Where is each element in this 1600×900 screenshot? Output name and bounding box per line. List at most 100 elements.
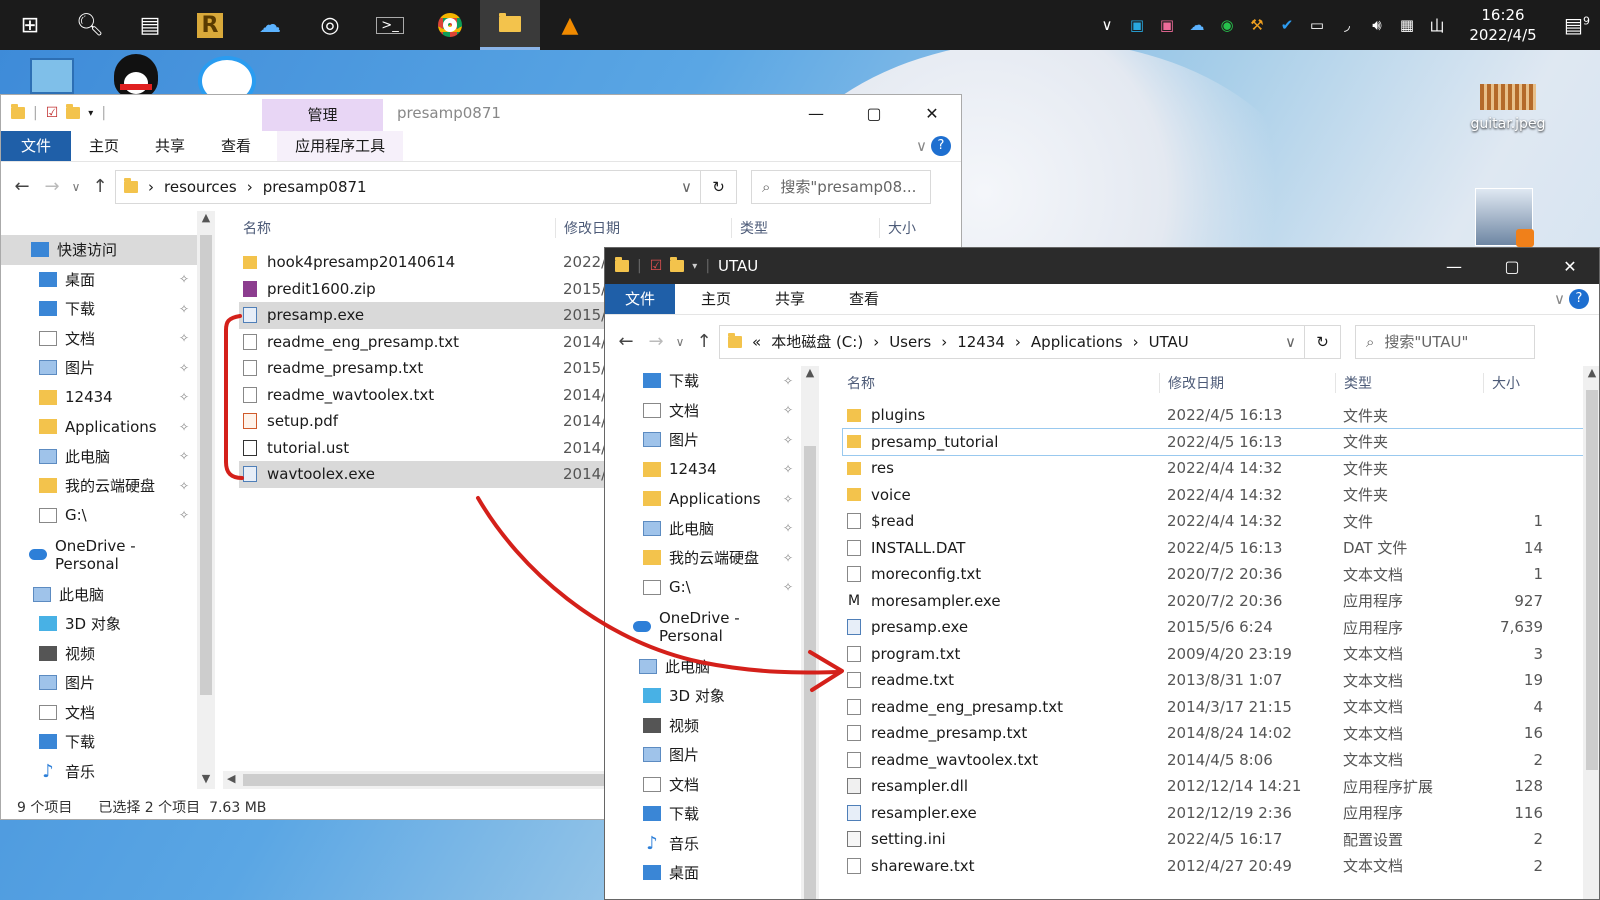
column-date[interactable]: 修改日期: [555, 218, 731, 238]
breadcrumb-12434[interactable]: 12434: [957, 333, 1005, 351]
nav-item[interactable]: 12434 ✧: [633, 455, 801, 485]
customize-qa-icon[interactable]: ▾: [88, 108, 93, 119]
file-row[interactable]: voice 2022/4/4 14:32 文件夹: [843, 482, 1583, 509]
new-folder-icon[interactable]: [670, 257, 685, 272]
nav-item[interactable]: 下载 ✧: [1, 294, 197, 324]
nav-item[interactable]: 图片: [1, 668, 197, 698]
windows-start-icon[interactable]: ⊞: [0, 0, 60, 50]
column-name[interactable]: 名称: [843, 373, 1159, 393]
scroll-down-icon[interactable]: ▼: [197, 772, 215, 785]
nav-item[interactable]: 图片: [633, 740, 801, 770]
pin-icon[interactable]: ✧: [179, 390, 189, 404]
tab-file[interactable]: 文件: [605, 284, 676, 314]
forward-button[interactable]: →: [37, 176, 67, 197]
tab-share[interactable]: 共享: [757, 284, 823, 314]
guitar-image-icon[interactable]: guitar.jpeg: [1458, 84, 1558, 132]
address-bar[interactable]: « 本地磁盘 (C:) › Users › 12434 › Applicatio…: [719, 324, 1305, 359]
notification-icon[interactable]: ▤9: [1554, 13, 1600, 37]
pin-icon[interactable]: ✧: [179, 361, 189, 375]
tab-view[interactable]: 查看: [831, 284, 897, 314]
obs-icon[interactable]: ◎: [300, 0, 360, 50]
file-explorer-icon[interactable]: [480, 0, 540, 50]
up-button[interactable]: ↑: [689, 331, 719, 352]
breadcrumb-utau[interactable]: UTAU: [1149, 333, 1189, 351]
file-row[interactable]: Mmoresampler.exe 2020/7/2 20:36 应用程序 927: [843, 588, 1583, 615]
file-row[interactable]: $read 2022/4/4 14:32 文件 1: [843, 508, 1583, 535]
file-row[interactable]: setting.ini 2022/4/5 16:17 配置设置 2: [843, 826, 1583, 853]
nav-item[interactable]: 文档 ✧: [633, 396, 801, 426]
qq-icon[interactable]: [114, 54, 158, 98]
tray-app-icon[interactable]: ▣: [1122, 16, 1152, 34]
pin-icon[interactable]: ✧: [179, 420, 189, 434]
nav-item[interactable]: G:\ ✧: [633, 573, 801, 603]
chrome-icon[interactable]: [420, 0, 480, 50]
address-dropdown-icon[interactable]: ∨: [1285, 333, 1296, 351]
nav-item[interactable]: 我的云端硬盘 ✧: [1, 471, 197, 501]
up-button[interactable]: ↑: [85, 176, 115, 197]
properties-icon[interactable]: ☑: [650, 258, 663, 274]
pin-icon[interactable]: ✧: [179, 272, 189, 286]
help-icon[interactable]: ?: [931, 136, 951, 156]
pin-icon[interactable]: ✧: [783, 462, 793, 476]
refresh-button[interactable]: ↻: [701, 169, 737, 204]
volume-icon[interactable]: 🔊︎: [1362, 16, 1392, 34]
tab-home[interactable]: 主页: [683, 284, 749, 314]
file-row[interactable]: plugins 2022/4/5 16:13 文件夹: [843, 402, 1583, 429]
pin-icon[interactable]: ✧: [179, 479, 189, 493]
nav-item[interactable]: 图片 ✧: [633, 425, 801, 455]
back-button[interactable]: ←: [7, 176, 37, 197]
pin-icon[interactable]: ✧: [783, 580, 793, 594]
linux-book-icon[interactable]: [1475, 188, 1534, 247]
nav-item[interactable]: 此电脑: [633, 652, 801, 682]
manage-tab[interactable]: 管理: [262, 99, 383, 131]
hscroll-thumb[interactable]: [243, 774, 623, 786]
properties-icon[interactable]: ☑: [46, 105, 59, 121]
file-row[interactable]: readme_eng_presamp.txt 2014/3/17 21:15 文本文…: [843, 694, 1583, 721]
breadcrumb-applications[interactable]: Applications: [1031, 333, 1123, 351]
list-scrollbar[interactable]: ▲: [1583, 366, 1599, 899]
column-name[interactable]: 名称: [239, 218, 555, 238]
new-folder-icon[interactable]: [66, 104, 81, 119]
nav-item[interactable]: 快速访问: [1, 235, 197, 265]
search-box[interactable]: ⌕ 搜索"UTAU": [1355, 324, 1535, 359]
chevron-down-icon[interactable]: ∨: [1554, 290, 1565, 308]
tab-view[interactable]: 查看: [203, 131, 269, 161]
file-row[interactable]: resampler.dll 2012/12/14 14:21 应用程序扩展 128: [843, 773, 1583, 800]
pin-icon[interactable]: ✧: [783, 374, 793, 388]
wifi-icon[interactable]: ◞: [1332, 16, 1362, 34]
cloud-tray-icon[interactable]: ☁: [1182, 16, 1212, 34]
file-row[interactable]: readme_presamp.txt 2014/8/24 14:02 文本文档 16: [843, 720, 1583, 747]
file-row[interactable]: presamp.exe 2015/5/6 6:24 应用程序 7,639: [843, 614, 1583, 641]
vlc-icon[interactable]: ▲: [540, 0, 600, 50]
nav-item[interactable]: 12434 ✧: [1, 383, 197, 413]
column-type[interactable]: 类型: [1335, 373, 1483, 393]
recent-dropdown-icon[interactable]: ∨: [67, 180, 85, 194]
search-box[interactable]: ⌕ 搜索"presamp08...: [751, 169, 931, 204]
nav-item[interactable]: 下载: [1, 727, 197, 757]
address-bar[interactable]: › resources › presamp0871 ∨: [115, 169, 701, 204]
close-button[interactable]: ✕: [903, 95, 961, 131]
nav-item[interactable]: 文档 ✧: [1, 324, 197, 354]
clock[interactable]: 16:26 2022/4/5: [1458, 5, 1548, 45]
pin-icon[interactable]: ✧: [783, 433, 793, 447]
maximize-button[interactable]: ▢: [1483, 248, 1541, 284]
customize-qa-icon[interactable]: ▾: [692, 261, 697, 272]
back-button[interactable]: ←: [611, 331, 641, 352]
nav-item[interactable]: 3D 对象: [633, 681, 801, 711]
scrollbar-thumb[interactable]: [200, 235, 212, 695]
chevron-down-icon[interactable]: ∨: [916, 137, 927, 155]
column-size[interactable]: 大小: [1483, 373, 1543, 393]
nav-item[interactable]: 视频: [1, 639, 197, 669]
scroll-up-icon[interactable]: ▲: [801, 366, 819, 379]
nav-item[interactable]: OneDrive - Personal: [1, 537, 197, 573]
tab-share[interactable]: 共享: [137, 131, 203, 161]
terminal-icon[interactable]: >_: [360, 0, 420, 50]
nav-item[interactable]: ♪ 音乐: [1, 757, 197, 787]
maximize-button[interactable]: ▢: [845, 95, 903, 131]
file-row[interactable]: readme_wavtoolex.txt 2014/4/5 8:06 文本文档 2: [843, 747, 1583, 774]
close-button[interactable]: ✕: [1541, 248, 1599, 284]
file-row[interactable]: res 2022/4/4 14:32 文件夹: [843, 455, 1583, 482]
nav-item[interactable]: 图片 ✧: [1, 353, 197, 383]
nav-item[interactable]: 此电脑 ✧: [1, 442, 197, 472]
breadcrumb-overflow[interactable]: «: [752, 333, 761, 351]
